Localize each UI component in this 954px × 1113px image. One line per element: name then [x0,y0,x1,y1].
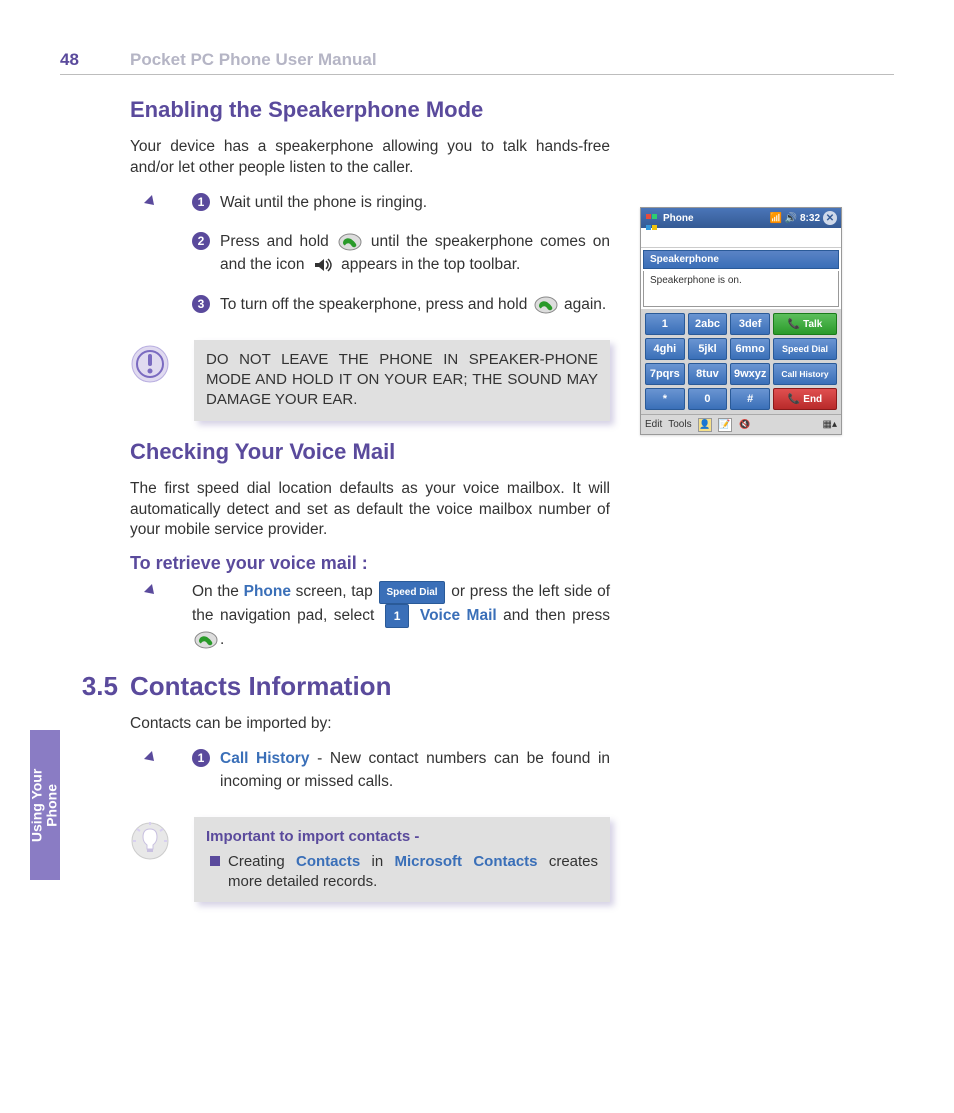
pointer-icon [130,580,184,651]
phone-handset-icon [194,631,218,649]
pointer-icon [130,747,184,776]
section-title: Contacts Information [130,671,391,702]
phone-handset-icon [534,296,558,314]
voicemail-intro: The first speed dial location defaults a… [130,479,610,542]
speed-dial-button: Speed Dial [773,338,837,360]
pm-keypad: 1 2abc 3def 📞Talk 4ghi 5jkl 6mno Speed D… [641,309,841,414]
phone-handset-icon [338,233,362,251]
start-flag-icon [645,211,659,225]
pm-bottombar: Edit Tools 👤 📝 🔇 ▦▴ [641,414,841,434]
key-0: 0 [688,388,728,410]
heading-speakerphone: Enabling the Speakerphone Mode [130,97,610,123]
tip-box: Important to import contacts - Creating … [194,817,610,902]
mute-mini-icon: 🔇 [738,418,752,432]
key-star: * [645,388,685,410]
speaker-intro: Your device has a speakerphone allowing … [130,137,610,179]
pm-popup-body: Speakerphone is on. [643,271,839,307]
contacts-intro: Contacts can be imported by: [130,714,610,735]
end-button: 📞End [773,388,837,410]
key-9: 9wxyz [730,363,770,385]
key-5: 5jkl [688,338,728,360]
step-3-text: To turn off the speakerphone, press and … [220,293,610,316]
close-icon: ✕ [823,211,837,225]
step-badge-3: 3 [192,295,210,313]
retrieve-text: On the Phone screen, tap Speed Dial or p… [192,580,610,651]
side-tab: Using Your Phone [30,730,60,880]
step-1-text: Wait until the phone is ringing. [220,191,610,214]
phone-screenshot: Phone 📶 🔊 8:32 ✕ Speakerphone Speakerpho… [640,207,842,435]
manual-title: Pocket PC Phone User Manual [130,50,377,70]
contacts-mini-icon: 👤 [698,418,712,432]
key-6: 6mno [730,338,770,360]
note-mini-icon: 📝 [718,418,732,432]
warning-box: DO NOT LEAVE THE PHONE IN SPEAKER-PHONE … [194,340,610,421]
header-divider [60,74,894,75]
pm-popup-title: Speakerphone [643,250,839,269]
key-1-inline: 1 [385,604,410,628]
subheading-retrieve: To retrieve your voice mail : [130,553,610,574]
key-4: 4ghi [645,338,685,360]
call-history-button: Call History [773,363,837,385]
sip-icon: ▦▴ [823,419,837,430]
speed-dial-inline-button: Speed Dial [379,581,444,604]
key-3: 3def [730,313,770,335]
step-badge-1: 1 [192,193,210,211]
tip-icon [130,817,184,902]
signal-icon: 📶 [770,212,782,224]
speaker-status-icon [312,257,334,273]
key-8: 8tuv [688,363,728,385]
menu-edit: Edit [645,419,662,430]
section-number: 3.5 [72,671,118,702]
step-badge-2: 2 [192,232,210,250]
key-1: 1 [645,313,685,335]
heading-voicemail: Checking Your Voice Mail [130,439,610,465]
bullet-square-icon [210,856,220,866]
pm-topbar: Phone 📶 🔊 8:32 ✕ [641,208,841,228]
key-hash: # [730,388,770,410]
speaker-mini-icon: 🔊 [785,212,797,224]
page-number: 48 [60,50,130,70]
contacts-step-1: Call History - New contact numbers can b… [220,747,610,794]
key-2: 2abc [688,313,728,335]
pm-number-display [641,228,841,248]
warning-icon [130,340,184,421]
step-badge-1: 1 [192,749,210,767]
pm-app-title: Phone [663,213,766,224]
menu-tools: Tools [668,419,691,430]
key-7: 7pqrs [645,363,685,385]
pointer-icon [130,191,184,220]
talk-button: 📞Talk [773,313,837,335]
pm-time: 8:32 [800,213,820,224]
step-2-text: Press and hold until the speakerphone co… [220,230,610,277]
